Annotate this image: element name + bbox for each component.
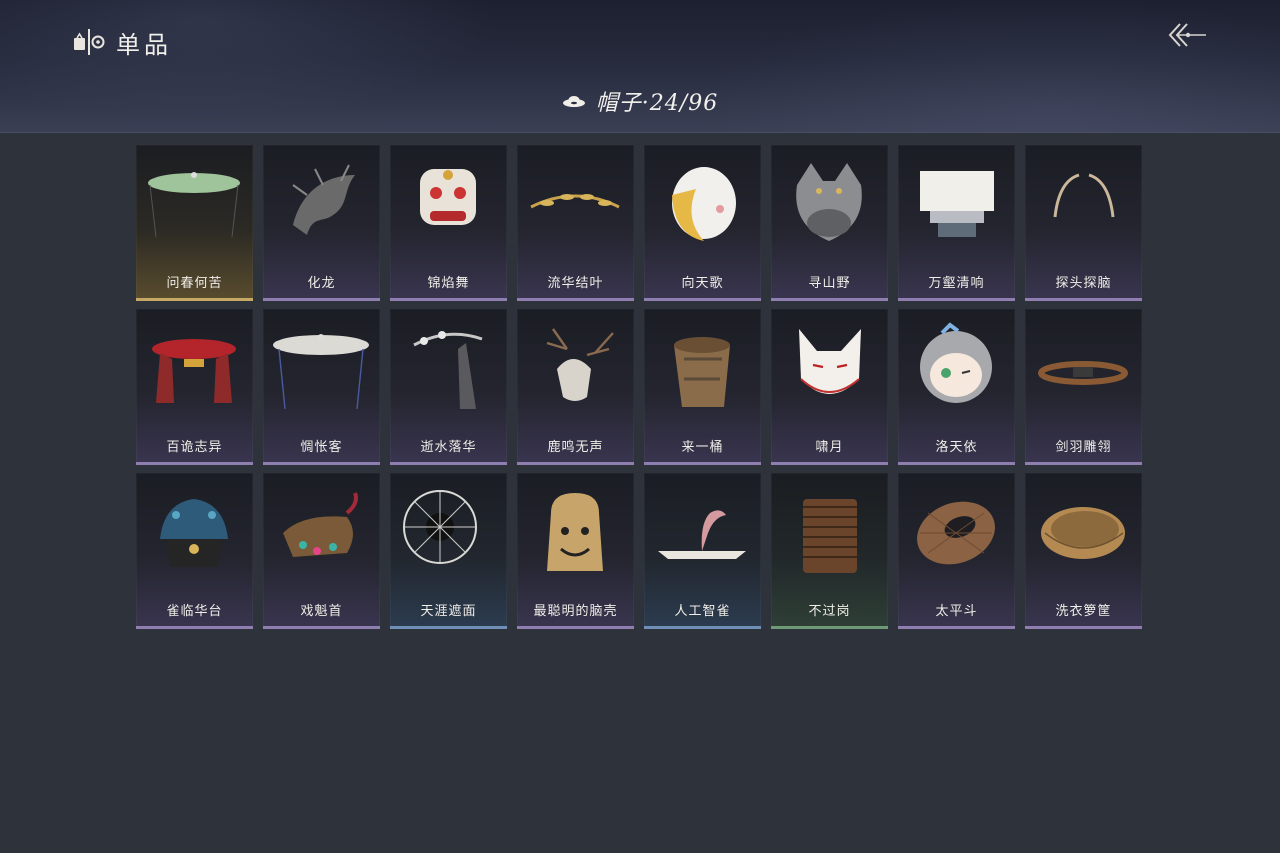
back-arrow-icon bbox=[1168, 23, 1206, 47]
hat-icon bbox=[562, 96, 585, 107]
item-card[interactable]: 不过岗 bbox=[771, 473, 888, 629]
wardrobe-icon bbox=[74, 29, 105, 55]
item-card[interactable]: 天涯遮面 bbox=[390, 473, 507, 629]
item-card[interactable]: 最聪明的脑壳 bbox=[517, 473, 634, 629]
wicker-basket-icon bbox=[1041, 507, 1125, 559]
wire-frame-hat-icon bbox=[403, 490, 477, 564]
feather-antennae-icon bbox=[1053, 173, 1115, 218]
item-name: 化龙 bbox=[307, 276, 336, 291]
back-button[interactable] bbox=[1164, 18, 1212, 52]
item-name: 太平斗 bbox=[935, 604, 978, 619]
item-card[interactable]: 洗衣箩筐 bbox=[1025, 473, 1142, 629]
item-card[interactable]: 啸月 bbox=[771, 309, 888, 465]
goose-hood-icon bbox=[672, 167, 736, 241]
chibi-head-icon bbox=[920, 322, 992, 403]
item-name: 人工智雀 bbox=[674, 604, 731, 619]
item-name: 洗衣箩筐 bbox=[1055, 604, 1112, 619]
item-card[interactable]: 戏魁首 bbox=[263, 473, 380, 629]
page-title: 单品 bbox=[116, 30, 172, 59]
white-cloth-crown-icon bbox=[920, 171, 994, 237]
item-card[interactable]: 鹿鸣无声 bbox=[517, 309, 634, 465]
phoenix-crown-icon bbox=[160, 499, 228, 567]
item-name: 万壑清响 bbox=[928, 276, 985, 291]
category-label: 帽子·24/96 bbox=[595, 91, 719, 116]
bamboo-veil-hat-icon bbox=[148, 172, 240, 238]
item-card[interactable]: 雀临华台 bbox=[136, 473, 253, 629]
wolf-pelt-hood-icon bbox=[796, 163, 862, 241]
item-card[interactable]: 流华结叶 bbox=[517, 145, 634, 301]
item-card[interactable]: 向天歌 bbox=[644, 145, 761, 301]
item-name: 逝水落华 bbox=[420, 440, 477, 455]
bell-helmet-icon bbox=[547, 493, 603, 571]
item-card[interactable]: 惆怅客 bbox=[263, 309, 380, 465]
item-name: 流华结叶 bbox=[547, 276, 604, 291]
item-card[interactable]: 锦焰舞 bbox=[390, 145, 507, 301]
item-card[interactable]: 化龙 bbox=[263, 145, 380, 301]
item-card[interactable]: 太平斗 bbox=[898, 473, 1015, 629]
item-name: 天涯遮面 bbox=[420, 604, 477, 619]
dragon-headdress-icon bbox=[292, 164, 355, 235]
bamboo-basket-hat-icon bbox=[917, 501, 995, 565]
item-card[interactable]: 探头探脑 bbox=[1025, 145, 1142, 301]
item-grid: 问春何苦 化龙 锦焰舞 流华结叶 向天歌 寻山野 万壑清响 探头探脑百诡志异 惆怅客 逝水落华 鹿鸣… bbox=[136, 145, 1142, 629]
item-name: 惆怅客 bbox=[300, 440, 343, 455]
wooden-bucket-icon bbox=[674, 337, 730, 407]
item-card[interactable]: 剑羽雕翎 bbox=[1025, 309, 1142, 465]
item-card[interactable]: 问春何苦 bbox=[136, 145, 253, 301]
item-card[interactable]: 来一桶 bbox=[644, 309, 761, 465]
header-banner: 单品 帽子·24/96 bbox=[0, 0, 1280, 133]
item-name: 来一桶 bbox=[681, 440, 724, 455]
stacked-bowls-icon bbox=[803, 499, 857, 573]
item-card[interactable]: 逝水落华 bbox=[390, 309, 507, 465]
item-name: 鹿鸣无声 bbox=[547, 440, 604, 455]
item-name: 剑羽雕翎 bbox=[1055, 440, 1112, 455]
item-name: 戏魁首 bbox=[300, 604, 343, 619]
item-name: 啸月 bbox=[815, 440, 844, 455]
item-name: 寻山野 bbox=[808, 276, 851, 291]
deer-skull-icon bbox=[546, 328, 614, 401]
item-name: 百诡志异 bbox=[166, 440, 223, 455]
item-name: 最聪明的脑壳 bbox=[533, 604, 618, 619]
page-title-group: 单品 bbox=[72, 26, 172, 59]
item-name: 锦焰舞 bbox=[427, 276, 470, 291]
item-name: 雀临华台 bbox=[166, 604, 223, 619]
white-veil-hat-icon bbox=[273, 334, 369, 410]
golden-leaf-circlet-icon bbox=[530, 194, 620, 209]
lion-dance-head-icon bbox=[420, 169, 476, 225]
item-card[interactable]: 寻山野 bbox=[771, 145, 888, 301]
red-canopy-hat-icon bbox=[152, 339, 236, 403]
item-name: 不过岗 bbox=[808, 604, 851, 619]
item-name: 问春何苦 bbox=[166, 276, 223, 291]
category-header: 帽子·24/96 bbox=[0, 86, 1280, 116]
item-name: 洛天依 bbox=[935, 440, 978, 455]
bird-hat-icon bbox=[658, 510, 746, 559]
opera-headdress-icon bbox=[283, 492, 358, 557]
fox-mask-icon bbox=[799, 329, 861, 394]
item-card[interactable]: 百诡志异 bbox=[136, 309, 253, 465]
item-card[interactable]: 万壑清响 bbox=[898, 145, 1015, 301]
item-card[interactable]: 人工智雀 bbox=[644, 473, 761, 629]
item-card[interactable]: 洛天依 bbox=[898, 309, 1015, 465]
leather-headband-icon bbox=[1038, 361, 1128, 385]
item-name: 探头探脑 bbox=[1055, 276, 1112, 291]
item-name: 向天歌 bbox=[681, 276, 724, 291]
veiled-hairpiece-icon bbox=[413, 331, 483, 409]
